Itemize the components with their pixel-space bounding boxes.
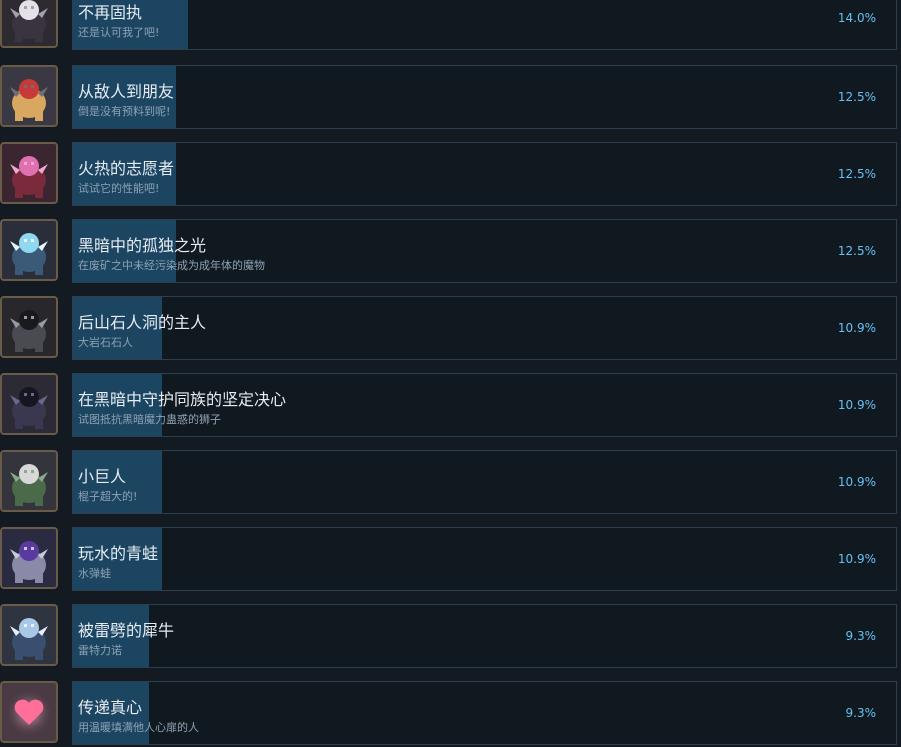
achievement-description: 用温暖填满他人心扉的人	[78, 721, 199, 734]
achievement-title: 玩水的青蛙	[78, 544, 159, 563]
achievement-row[interactable]: 在黑暗中守护同族的坚定决心试图抵抗黑暗魔力蛊惑的狮子 10.9%	[0, 373, 901, 439]
achievement-title: 小巨人	[78, 467, 127, 486]
achievement-row[interactable]: 后山石人洞的主人大岩石石人 10.9%	[0, 296, 901, 362]
unlock-percent: 12.5%	[837, 167, 876, 181]
achievement-title: 火热的志愿者	[78, 159, 175, 178]
achievement-card: 后山石人洞的主人大岩石石人 10.9%	[72, 296, 897, 360]
unlock-percent: 10.9%	[837, 398, 876, 412]
achievement-card: 火热的志愿者试试它的性能吧! 12.5%	[72, 142, 897, 206]
achievement-description: 试图抵抗黑暗魔力蛊惑的狮子	[78, 413, 221, 426]
achievement-description: 在废矿之中未经污染成为成年体的魔物	[78, 259, 265, 272]
achievement-description: 大岩石石人	[78, 336, 133, 349]
unlock-percent: 10.9%	[837, 552, 876, 566]
unlock-percent: 10.9%	[837, 321, 876, 335]
unlock-percent: 12.5%	[837, 90, 876, 104]
achievement-title: 后山石人洞的主人	[78, 313, 207, 332]
achievement-description: 倒是没有预料到呢!	[78, 105, 171, 118]
achievement-row[interactable]: 火热的志愿者试试它的性能吧! 12.5%	[0, 142, 901, 208]
achievement-description: 棍子超大的!	[78, 490, 138, 503]
achievement-card: 在黑暗中守护同族的坚定决心试图抵抗黑暗魔力蛊惑的狮子 10.9%	[72, 373, 897, 437]
unlock-percent: 12.5%	[837, 244, 876, 258]
crystal-beast-icon	[0, 219, 58, 281]
pink-robot-icon	[0, 142, 58, 204]
achievement-title: 黑暗中的孤独之光	[78, 236, 207, 255]
rock-golem-icon	[0, 296, 58, 358]
wizard-frog-icon	[0, 527, 58, 589]
achievement-row[interactable]: 小巨人棍子超大的! 10.9%	[0, 450, 901, 516]
achievement-title: 被雷劈的犀牛	[78, 621, 175, 640]
achievement-row[interactable]: 被雷劈的犀牛雷特力诺 9.3%	[0, 604, 901, 670]
achievement-card: 黑暗中的孤独之光在废矿之中未经污染成为成年体的魔物 12.5%	[72, 219, 897, 283]
achievement-title: 传递真心	[78, 698, 143, 717]
red-scarf-knight-icon	[0, 65, 58, 127]
unlock-percent: 9.3%	[845, 706, 877, 720]
heart-icon	[0, 681, 58, 743]
unlock-percent: 10.9%	[837, 475, 876, 489]
achievement-list: 不再固执还是认可我了吧! 14.0% 从敌人到朋友倒是没有预料到呢! 12.5% 火…	[0, 0, 901, 747]
achievement-card: 从敌人到朋友倒是没有预料到呢! 12.5%	[72, 65, 897, 129]
achievement-description: 水弹蛙	[78, 567, 111, 580]
achievement-card: 小巨人棍子超大的! 10.9%	[72, 450, 897, 514]
achievement-title: 在黑暗中守护同族的坚定决心	[78, 390, 287, 409]
achievement-row[interactable]: 黑暗中的孤独之光在废矿之中未经污染成为成年体的魔物 12.5%	[0, 219, 901, 285]
achievement-description: 试试它的性能吧!	[78, 182, 160, 195]
achievement-description: 雷特力诺	[78, 644, 122, 657]
achievement-row[interactable]: 不再固执还是认可我了吧! 14.0%	[0, 0, 901, 52]
dark-lion-icon	[0, 373, 58, 435]
unlock-percent: 9.3%	[845, 629, 877, 643]
achievement-card: 不再固执还是认可我了吧! 14.0%	[72, 0, 897, 50]
achievement-card: 传递真心用温暖填满他人心扉的人 9.3%	[72, 681, 897, 745]
achievement-title: 从敌人到朋友	[78, 82, 175, 101]
achievement-card: 玩水的青蛙水弹蛙 10.9%	[72, 527, 897, 591]
werewolf-icon	[0, 0, 58, 48]
achievement-row[interactable]: 传递真心用温暖填满他人心扉的人 9.3%	[0, 681, 901, 747]
thunder-rhino-icon	[0, 604, 58, 666]
unlock-percent: 14.0%	[837, 11, 876, 25]
achievement-row[interactable]: 玩水的青蛙水弹蛙 10.9%	[0, 527, 901, 593]
achievement-title: 不再固执	[78, 3, 143, 22]
club-goblin-icon	[0, 450, 58, 512]
achievement-description: 还是认可我了吧!	[78, 26, 160, 39]
achievement-card: 被雷劈的犀牛雷特力诺 9.3%	[72, 604, 897, 668]
achievement-row[interactable]: 从敌人到朋友倒是没有预料到呢! 12.5%	[0, 65, 901, 131]
